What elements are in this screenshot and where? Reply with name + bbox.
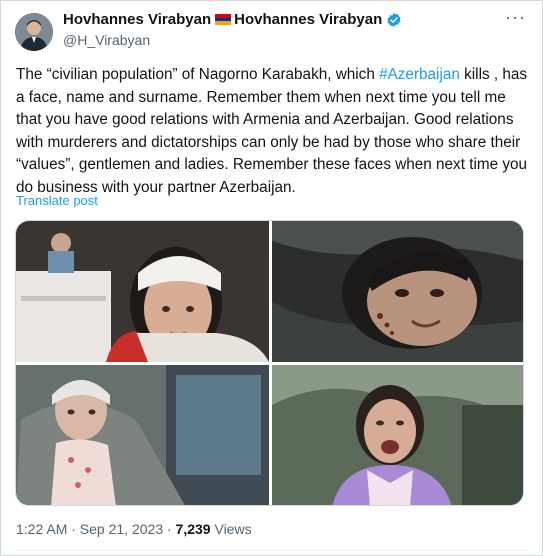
- avatar[interactable]: [15, 13, 53, 51]
- divider: [16, 550, 527, 551]
- tweet-card: Hovhannes Virabyan Hovhannes Virabyan @H…: [0, 0, 543, 556]
- views-label: Views: [210, 521, 252, 537]
- translate-post-link[interactable]: Translate post: [16, 193, 98, 208]
- media-grid: [15, 220, 524, 506]
- media-photo-2[interactable]: [272, 221, 523, 362]
- armenia-flag-icon: [215, 14, 232, 25]
- tweet-timestamp[interactable]: 1:22 AM · Sep 21, 2023 ·: [16, 521, 176, 537]
- hashtag-link[interactable]: #Azerbaijan: [379, 66, 460, 83]
- author-name[interactable]: Hovhannes Virabyan Hovhannes Virabyan: [63, 11, 402, 28]
- tweet-meta: 1:22 AM · Sep 21, 2023 · 7,239 Views: [16, 521, 252, 537]
- media-photo-4[interactable]: [272, 365, 523, 505]
- tweet-text-after: kills , has a face, name and surname. Re…: [16, 66, 528, 196]
- author-name-part2[interactable]: Hovhannes Virabyan: [234, 11, 382, 28]
- tweet-text: The “civilian population” of Nagorno Kar…: [16, 64, 532, 199]
- tweet-text-before: The “civilian population” of Nagorno Kar…: [16, 66, 380, 83]
- views-count: 7,239: [175, 521, 211, 537]
- media-photo-3[interactable]: [16, 365, 269, 505]
- media-photo-1[interactable]: [16, 221, 269, 362]
- author-name-part1[interactable]: Hovhannes Virabyan: [63, 11, 211, 28]
- author-handle[interactable]: @H_Virabyan: [63, 32, 150, 48]
- verified-badge-icon: [386, 12, 402, 28]
- more-horizontal-icon[interactable]: ···: [505, 7, 526, 28]
